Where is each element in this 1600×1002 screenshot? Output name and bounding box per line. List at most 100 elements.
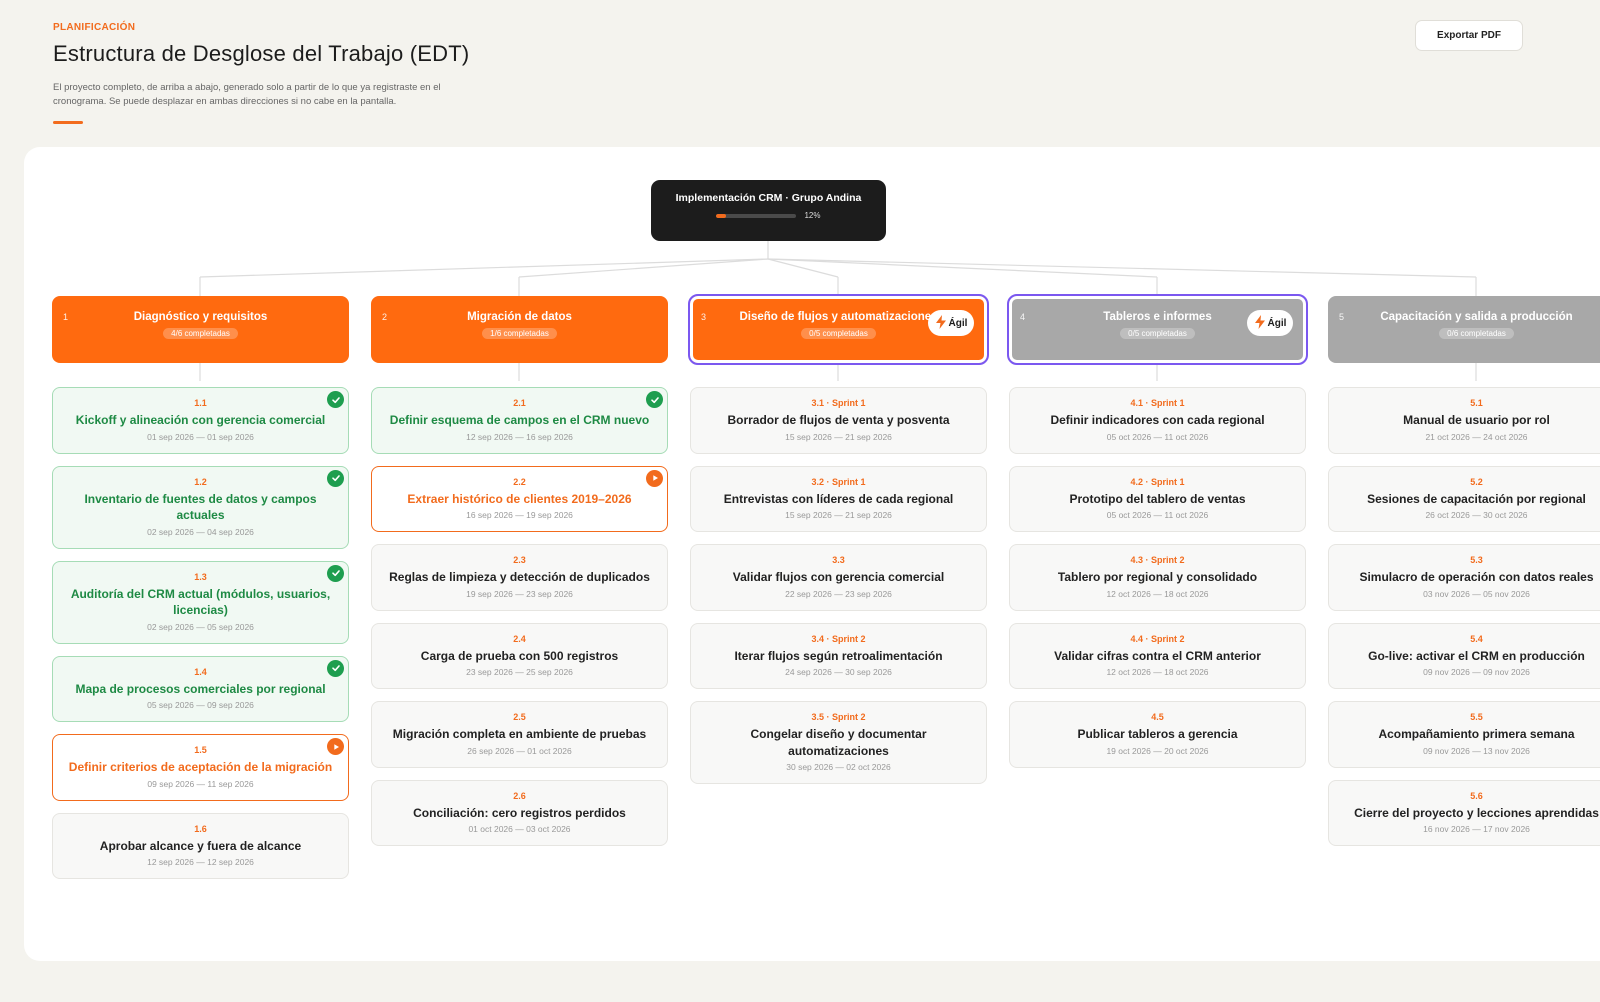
phase-card-2[interactable]: 2 Migración de datos 1/6 completadas [371,296,668,363]
task-code: 4.3 · Sprint 2 [1130,555,1185,565]
task-title: Aprobar alcance y fuera de alcance [99,838,302,853]
task-dates: 16 sep 2026 — 19 sep 2026 [466,510,573,520]
task-card[interactable]: 2.1 Definir esquema de campos en el CRM n… [371,387,668,454]
wbs-canvas[interactable]: Implementación CRM · Grupo Andina 12% 1 D… [24,147,1600,961]
check-icon [327,564,344,582]
task-code: 1.3 [194,571,207,582]
task-code: 3.1 · Sprint 1 [811,398,866,408]
phase-card-3[interactable]: 3 Diseño de flujos y automatizaciones 0/5 … [688,294,989,365]
task-card[interactable]: 2.3 Reglas de limpieza y detección de dup… [371,544,668,611]
task-title: Prototipo del tablero de ventas [1069,491,1246,506]
phase-count-badge: 0/5 completadas [1120,328,1195,339]
task-card[interactable]: 1.2 Inventario de fuentes de datos y camp… [52,465,349,549]
task-card[interactable]: 2.5 Migración completa en ambiente de pru… [371,701,668,768]
bolt-icon [1254,314,1266,332]
task-code: 5.3 [1470,555,1483,565]
task-dates: 23 sep 2026 — 25 sep 2026 [466,667,573,677]
accent-divider [53,121,83,124]
task-title: Definir esquema de campos en el CRM nuev… [389,413,650,427]
phase-title: Migración de datos [467,311,572,323]
task-card[interactable]: 1.6 Aprobar alcance y fuera de alcance 12 … [52,812,349,879]
task-card[interactable]: 5.1 Manual de usuario por rol 21 oct 2026 … [1328,387,1600,454]
task-title: Borrador de flujos de venta y posventa [727,413,950,427]
task-code: 3.5 · Sprint 2 [811,712,866,722]
phase-column-3: 3 Diseño de flujos y automatizaciones 0/5 … [688,294,989,796]
task-dates: 05 oct 2026 — 11 oct 2026 [1106,510,1209,520]
task-card[interactable]: 2.6 Conciliación: cero registros perdidos… [371,779,668,846]
task-card[interactable]: 2.2 Extraer histórico de clientes 2019–20… [371,465,668,532]
page-title: Estructura de Desglose del Trabajo (EDT) [53,41,470,66]
phase-gap [52,363,349,387]
export-pdf-button[interactable]: Exportar PDF [1415,20,1523,51]
task-card[interactable]: 1.5 Definir criterios de aceptación de la… [52,734,349,801]
task-card[interactable]: 3.1 · Sprint 1 Borrador de flujos de vent… [690,387,987,454]
task-dates: 15 sep 2026 — 21 sep 2026 [785,431,892,442]
phase-number: 5 [1339,312,1345,322]
task-title: Iterar flujos según retroalimentación [734,648,943,663]
task-title: Extraer histórico de clientes 2019–2026 [407,491,632,506]
task-title: Acompañamiento primera semana [1378,727,1575,741]
task-card[interactable]: 4.1 · Sprint 1 Definir indicadores con ca… [1009,387,1306,454]
task-card[interactable]: 4.3 · Sprint 2 Tablero por regional y con… [1009,544,1306,611]
task-card[interactable]: 5.5 Acompañamiento primera semana 09 nov 2… [1328,701,1600,768]
task-card[interactable]: 2.4 Carga de prueba con 500 registros 23 s… [371,622,668,689]
page-header: PLANIFICACIÓN Estructura de Desglose del… [53,22,1533,124]
page-description: El proyecto completo, de arriba a abajo,… [53,82,441,107]
agile-label: Ágil [1267,317,1287,329]
task-code: 5.4 [1470,633,1483,644]
task-dates: 30 sep 2026 — 02 oct 2026 [786,762,891,772]
task-card[interactable]: 1.3 Auditoría del CRM actual (módulos, us… [52,560,349,644]
task-dates: 24 sep 2026 — 30 sep 2026 [785,667,892,677]
agile-badge: Ágil [928,310,974,336]
task-card[interactable]: 5.3 Simulacro de operación con datos real… [1328,544,1600,611]
play-icon [327,738,344,755]
task-card[interactable]: 3.5 · Sprint 2 Congelar diseño y document… [690,701,987,784]
task-card[interactable]: 4.2 · Sprint 1 Prototipo del tablero de v… [1009,465,1306,532]
phase-gap [1328,363,1600,387]
task-card[interactable]: 5.4 Go-live: activar el CRM en producción… [1328,622,1600,689]
task-code: 3.3 [832,555,845,565]
task-card[interactable]: 4.4 · Sprint 2 Validar cifras contra el C… [1009,622,1306,689]
task-code: 4.5 [1151,712,1164,722]
task-card[interactable]: 5.6 Cierre del proyecto y lecciones apren… [1328,779,1600,846]
task-card[interactable]: 1.1 Kickoff y alineación con gerencia com… [52,387,349,454]
task-dates: 05 sep 2026 — 09 sep 2026 [147,700,254,710]
task-code: 2.1 [513,398,526,408]
task-code: 5.2 [1470,476,1483,487]
task-title: Congelar diseño y documentar automatizac… [750,727,927,758]
task-card[interactable]: 3.4 · Sprint 2 Iterar flujos según retroa… [690,622,987,689]
phase-gap [1009,363,1306,387]
task-dates: 09 sep 2026 — 11 sep 2026 [147,778,254,789]
task-title: Simulacro de operación con datos reales [1359,570,1594,584]
task-card[interactable]: 1.4 Mapa de procesos comerciales por regi… [52,655,349,722]
task-code: 1.4 [194,666,207,677]
task-dates: 01 sep 2026 — 01 sep 2026 [147,431,254,442]
connector-line [767,258,1477,278]
root-node[interactable]: Implementación CRM · Grupo Andina 12% [651,180,886,241]
phase-count-badge: 1/6 completadas [482,328,557,339]
task-code: 4.2 · Sprint 1 [1130,476,1185,487]
task-title: Auditoría del CRM actual (módulos, usuar… [70,586,331,618]
bolt-icon [935,314,947,332]
task-dates: 01 oct 2026 — 03 oct 2026 [468,824,571,834]
task-card[interactable]: 4.5 Publicar tableros a gerencia 19 oct 20… [1009,701,1306,768]
phase-card-1[interactable]: 1 Diagnóstico y requisitos 4/6 completadas [52,296,349,363]
task-title: Kickoff y alineación con gerencia comerc… [75,413,326,427]
phase-number: 2 [382,312,388,322]
task-card[interactable]: 3.2 · Sprint 1 Entrevistas con líderes de… [690,465,987,532]
task-dates: 19 sep 2026 — 23 sep 2026 [466,588,573,599]
phase-card-5[interactable]: 5 Capacitación y salida a producción 0/6 c… [1328,296,1600,363]
task-dates: 26 oct 2026 — 30 oct 2026 [1425,510,1528,520]
task-card[interactable]: 3.3 Validar flujos con gerencia comercial… [690,544,987,611]
task-dates: 12 oct 2026 — 18 oct 2026 [1106,588,1209,599]
task-dates: 15 sep 2026 — 21 sep 2026 [785,510,892,520]
task-title: Carga de prueba con 500 registros [420,648,619,663]
task-card[interactable]: 5.2 Sesiones de capacitación por regional… [1328,465,1600,532]
task-dates: 09 nov 2026 — 09 nov 2026 [1423,667,1530,677]
task-code: 4.1 · Sprint 1 [1130,398,1185,408]
phase-column-1: 1 Diagnóstico y requisitos 4/6 completadas… [52,296,349,891]
phase-card-4[interactable]: 4 Tableros e informes 0/5 completadas Ágil [1007,294,1308,365]
phase-number: 1 [63,312,69,322]
task-code: 2.6 [513,790,526,801]
task-code: 2.4 [513,633,526,644]
